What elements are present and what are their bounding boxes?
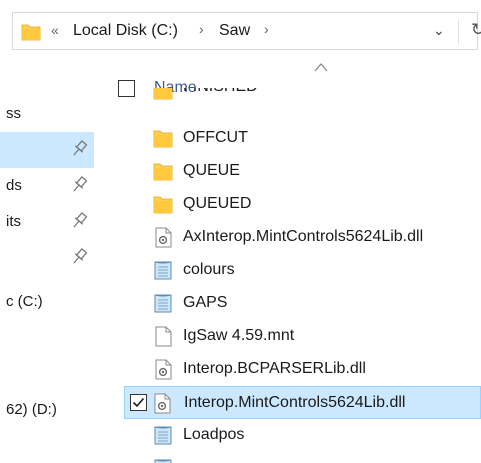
nav-item-label: its [6, 213, 21, 230]
nav-item[interactable]: ds [0, 168, 94, 204]
text-document-icon [154, 426, 172, 445]
list-item[interactable]: IgSaw 4.59.mnt [122, 320, 481, 353]
file-name: colours [183, 261, 235, 278]
list-item[interactable]: FINISHED [122, 88, 481, 114]
navigation-pane: ss ds its c (C:) 62) (D:) [0, 60, 96, 463]
row-checkbox[interactable] [130, 394, 147, 411]
nav-item[interactable]: its [0, 204, 94, 240]
list-item[interactable]: AxInterop.MintControls5624Lib.dll [122, 221, 481, 254]
folder-icon [153, 88, 173, 100]
list-item[interactable]: Loadpos [122, 419, 481, 452]
nav-item[interactable]: ss [0, 96, 94, 132]
nav-item-label: c (C:) [6, 293, 43, 310]
overflow-chevron-icon[interactable]: « [51, 22, 59, 38]
list-item[interactable]: OFFCUT [122, 122, 481, 155]
breadcrumb-saw[interactable]: Saw [219, 22, 250, 40]
dll-file-icon [155, 227, 172, 248]
file-name: Loadpos [183, 426, 245, 443]
list-item[interactable]: Interop.BCPARSERLib.dll [122, 353, 481, 386]
file-name: AxInterop.MintControls5624Lib.dll [183, 228, 424, 245]
file-name: IgSaw 4.59.mnt [183, 327, 295, 344]
file-name: Interop.MintControls5624Lib.dll [184, 394, 406, 411]
file-name: OFFCUT [183, 129, 248, 146]
file-name: FINISHED [183, 88, 258, 96]
blank-file-icon [155, 326, 172, 347]
folder-icon [21, 24, 41, 41]
list-item[interactable]: QUEUED [122, 188, 481, 221]
list-item[interactable]: QUEUE [122, 155, 481, 188]
checkmark-icon [132, 397, 145, 408]
file-name: Interop.BCPARSERLib.dll [183, 360, 366, 377]
text-document-icon [154, 261, 172, 280]
text-document-icon [154, 459, 172, 463]
pin-icon[interactable] [70, 211, 88, 231]
nav-item[interactable] [0, 240, 94, 276]
folder-icon [153, 163, 173, 181]
address-bar[interactable]: « Local Disk (C:) › Saw › ⌄ ↻ [12, 12, 481, 50]
nav-item-label: ds [6, 177, 22, 194]
nav-item-label: ss [6, 105, 21, 122]
breadcrumb-local-disk[interactable]: Local Disk (C:) [73, 22, 178, 40]
pin-icon[interactable] [70, 175, 88, 195]
pin-icon[interactable] [70, 139, 88, 159]
file-name: QUEUE [183, 162, 240, 179]
nav-item-label: 62) (D:) [6, 401, 57, 418]
dll-file-icon [155, 359, 172, 380]
chevron-down-icon[interactable]: ⌄ [433, 22, 445, 39]
nav-item-selected[interactable] [0, 132, 94, 168]
pin-icon[interactable] [70, 247, 88, 267]
file-name: GAPS [183, 294, 228, 311]
list-item[interactable] [122, 452, 481, 463]
folder-icon [153, 130, 173, 148]
breadcrumb-separator-icon[interactable]: › [264, 21, 269, 37]
divider [458, 19, 459, 45]
sort-ascending-icon [314, 63, 328, 72]
nav-item-drive-d[interactable]: 62) (D:) [0, 392, 94, 428]
text-document-icon [154, 294, 172, 313]
nav-item-drive-c[interactable]: c (C:) [0, 284, 94, 320]
list-item-selected[interactable]: Interop.MintControls5624Lib.dll [124, 386, 481, 419]
list-item[interactable]: GAPS [122, 287, 481, 320]
refresh-icon[interactable]: ↻ [471, 20, 481, 40]
list-item[interactable]: colours [122, 254, 481, 287]
breadcrumb-separator-icon[interactable]: › [199, 21, 204, 37]
dll-file-icon [154, 393, 171, 414]
file-name: QUEUED [183, 195, 252, 212]
folder-icon [153, 196, 173, 214]
